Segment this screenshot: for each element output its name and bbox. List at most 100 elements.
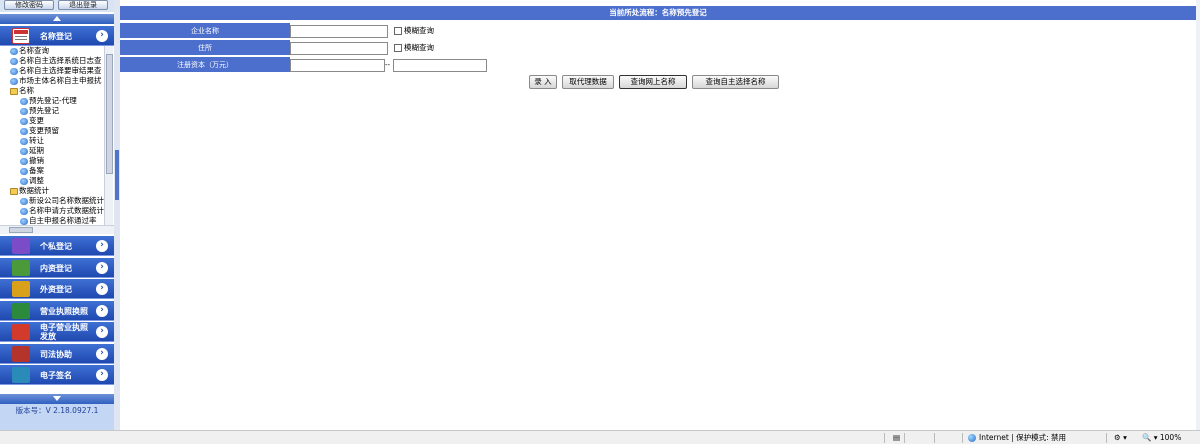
capital-label: 注册资本（万元） [120, 57, 290, 73]
folder-icon [10, 187, 18, 195]
collapse-up-button[interactable] [0, 14, 114, 24]
tree-item[interactable]: 预先登记-代理 [0, 96, 104, 106]
tree-item-label: 名称自主选择系统日志查 [19, 56, 102, 65]
address-input[interactable] [290, 42, 388, 55]
section-license-exchange[interactable]: 营业执照换照 › [0, 300, 114, 321]
section-name-registration[interactable]: 名称登记 › [0, 26, 114, 46]
tree-item-label: 新设公司名称数据统计 [29, 196, 104, 205]
section-label: 电子签名 [40, 371, 72, 380]
section-label: 司法协助 [40, 349, 72, 359]
section-private-business[interactable]: 个私登记 › [0, 236, 114, 256]
capital-min-input[interactable] [290, 59, 385, 72]
address-fuzzy-checkbox[interactable] [394, 44, 402, 52]
page-scrollbar[interactable] [1196, 0, 1200, 430]
section-label: 营业执照换照 [40, 306, 88, 316]
tree-item[interactable]: 变更预留 [0, 126, 104, 136]
sidebar-top-buttons: 修改密码 退出登录 [0, 0, 114, 12]
main-content: 当前所处流程：名称预先登记 企业名称 模糊查询 住所 模糊查询 注册资本（万元）… [120, 0, 1196, 430]
change-password-button[interactable]: 修改密码 [4, 0, 54, 10]
tree-item[interactable]: 延期 [0, 146, 104, 156]
tree-item-label: 名称自主选择要审结果查 [19, 66, 102, 75]
document-icon [20, 137, 28, 145]
chevron-right-icon: › [96, 261, 108, 274]
company-name-row: 企业名称 模糊查询 [120, 23, 490, 39]
private-business-icon [12, 238, 30, 254]
version-label: 版本号：V 2.18.0927.1 [0, 404, 114, 430]
document-icon [20, 207, 28, 215]
tree-item[interactable]: 撤销 [0, 156, 104, 166]
nav-tree: 名称查询 名称自主选择系统日志查 名称自主选择要审结果查 市场主体名称自主申报扰 名称预… [0, 46, 104, 225]
chevron-up-icon [53, 16, 61, 21]
tree-item[interactable]: 新设公司名称数据统计 [0, 196, 104, 206]
tree-item-label: 延期 [29, 146, 44, 155]
domestic-registration-icon [12, 259, 30, 276]
tree-item[interactable]: 转让 [0, 136, 104, 146]
document-icon [20, 217, 28, 225]
tree-item[interactable]: 名称 [0, 86, 104, 96]
document-icon [10, 67, 18, 75]
logout-button[interactable]: 退出登录 [58, 0, 108, 10]
tree-item[interactable]: 调整 [0, 176, 104, 186]
security-icon: ▤ [893, 433, 901, 442]
zone-status[interactable]: Internet | 保护模式: 禁用 [968, 433, 1066, 443]
license-exchange-icon [12, 302, 30, 319]
document-icon [10, 47, 18, 55]
chevron-right-icon: › [96, 347, 108, 360]
query-online-names-button[interactable]: 查询网上名称 [619, 75, 687, 89]
chevron-right-icon: › [96, 30, 108, 42]
tree-item-label: 数据统计 [19, 186, 49, 195]
document-icon [20, 147, 28, 155]
zoom-text: 100% [1159, 433, 1182, 442]
tree-item-label: 变更 [29, 116, 44, 125]
settings-dropdown-icon[interactable]: ⚙ ▾ [1114, 433, 1127, 443]
company-name-input[interactable] [290, 25, 388, 38]
tree-item[interactable]: 预先登记 [0, 106, 104, 116]
scroll-thumb[interactable] [106, 54, 113, 174]
tree-item[interactable]: 变更 [0, 116, 104, 126]
tree-item[interactable]: 名称自主选择系统日志查 [0, 56, 104, 66]
tree-item[interactable]: 备案 [0, 166, 104, 176]
section-foreign-registration[interactable]: 外资登记 › [0, 279, 114, 299]
judicial-assist-icon [12, 345, 30, 362]
document-icon [20, 167, 28, 175]
company-name-fuzzy-checkbox[interactable] [394, 27, 402, 35]
tree-item[interactable]: 数据统计 [0, 186, 104, 196]
tree-item[interactable]: 名称查询 [0, 46, 104, 56]
tree-item[interactable]: 市场主体名称自主申报扰 [0, 76, 104, 86]
section-label: 内资登记 [40, 263, 72, 273]
e-signature-icon [12, 367, 30, 383]
tree-item[interactable]: 名称申请方式数据统计 [0, 206, 104, 216]
collapse-down-button[interactable] [0, 394, 114, 404]
splitter-handle[interactable] [115, 150, 119, 200]
section-label: 电子营业执照发放 [40, 323, 88, 341]
tree-item[interactable]: 自主申报名称通过率 [0, 216, 104, 225]
tree-item-label: 转让 [29, 136, 44, 145]
section-domestic-registration[interactable]: 内资登记 › [0, 257, 114, 278]
query-self-selected-names-button[interactable]: 查询自主选择名称 [692, 75, 779, 89]
fetch-agent-data-button[interactable]: 取代理数据 [562, 75, 614, 89]
tree-horizontal-scrollbar[interactable] [0, 225, 114, 234]
document-icon [20, 117, 28, 125]
tree-item-label: 名称查询 [19, 46, 49, 55]
chevron-down-icon [53, 396, 61, 401]
tree-item-label: 名称申请方式数据统计 [29, 206, 104, 215]
enter-button[interactable]: 录 入 [529, 75, 557, 89]
tree-item-label: 名称 [19, 86, 34, 95]
zone-text: Internet | 保护模式: 禁用 [979, 433, 1066, 442]
scroll-thumb[interactable] [9, 227, 33, 233]
section-e-signature[interactable]: 电子签名 › [0, 365, 114, 385]
document-icon [20, 97, 28, 105]
section-label: 外资登记 [40, 285, 72, 294]
zoom-control[interactable]: 🔍 ▾ 100% [1142, 433, 1181, 443]
tree-item-label: 备案 [29, 166, 44, 175]
range-separator: -- [385, 61, 391, 69]
capital-max-input[interactable] [393, 59, 487, 72]
status-bar: ▤ Internet | 保护模式: 禁用 ⚙ ▾ 🔍 ▾ 100% [0, 430, 1200, 444]
document-icon [20, 107, 28, 115]
globe-icon [968, 434, 976, 442]
tree-item[interactable]: 名称自主选择要审结果查 [0, 66, 104, 76]
chevron-right-icon: › [96, 369, 108, 381]
section-e-license[interactable]: 电子营业执照发放 › [0, 322, 114, 342]
section-judicial-assist[interactable]: 司法协助 › [0, 343, 114, 364]
tree-vertical-scrollbar[interactable] [104, 46, 113, 225]
